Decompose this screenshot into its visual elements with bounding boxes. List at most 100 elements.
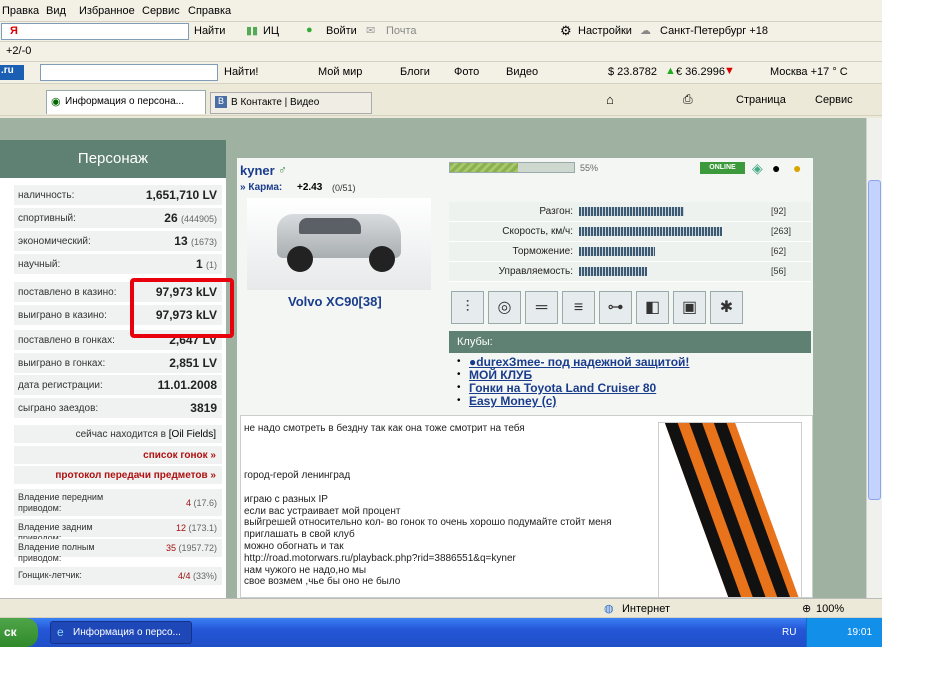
zoom-level[interactable]: 100% — [816, 603, 844, 615]
menu-view[interactable]: Вид — [46, 5, 66, 17]
search-input[interactable]: Я — [1, 23, 189, 40]
tab-vkontakte[interactable]: В В Контакте | Видео — [210, 92, 372, 114]
taskbar-item[interactable]: e Информация о персо... — [50, 621, 192, 644]
language-indicator[interactable]: RU — [782, 627, 796, 638]
stat-value: 11.01.2008 — [158, 378, 217, 392]
menu-tools[interactable]: Сервис — [142, 5, 180, 17]
status-bar: ◍ Интернет ⊕ 100% — [0, 598, 882, 618]
progress-bar — [449, 162, 575, 173]
tab-info[interactable]: ◉ Информация о персона... — [46, 90, 206, 114]
drive-skill-row: Владение передним приводом: 4 (17.6) — [14, 489, 222, 517]
menu-help[interactable]: Справка — [188, 5, 231, 17]
stat-value-text: 2,851 LV — [169, 356, 217, 370]
ie-icon: e — [57, 625, 64, 639]
protocol-link[interactable]: протокол передачи предметов » — [14, 466, 222, 485]
car-stat-label: Управляемость: — [498, 266, 573, 277]
drive-skill-value: 4 (17.6) — [186, 498, 217, 508]
tab-vk-label: В Контакте | Видео — [231, 97, 320, 108]
settings-button[interactable]: Настройки — [578, 25, 632, 37]
drive-skill-row: Владение полным приводом: 35 (1957.72) — [14, 539, 222, 563]
drive-skill-number: 12 — [175, 523, 186, 533]
exhaust-icon[interactable]: ═ — [525, 291, 558, 324]
stat-sub: (1673) — [190, 237, 217, 247]
drive-skill-value: 35 (1957.72) — [166, 543, 217, 553]
stat-row: спортивный: 26 (444905) — [14, 208, 222, 229]
stat-value: 2,851 LV — [169, 356, 217, 370]
player-name[interactable]: kyner — [240, 163, 275, 178]
blogs-button[interactable]: Блоги — [400, 66, 430, 78]
ic-button[interactable]: ИЦ — [263, 25, 279, 37]
engine-block-icon[interactable]: ▣ — [673, 291, 706, 324]
drive-skill-sub: (1957.72) — [178, 543, 217, 553]
car-stat-row: Управляемость: [56] — [449, 262, 811, 282]
club-link[interactable]: МОЙ КЛУБ — [469, 368, 532, 382]
yandex-toolbar: Я Найти ▮▮ ИЦ ● Войти ✉ Почта ⚙ Настройк… — [0, 22, 882, 42]
rating-score: +2/-0 — [6, 45, 32, 57]
stat-row: выиграно в гонках: 2,851 LV — [14, 353, 222, 374]
st-george-ribbon-image — [658, 422, 802, 598]
stat-label: спортивный: — [18, 213, 76, 224]
intake-icon[interactable]: ≡ — [562, 291, 595, 324]
toolbar-rating: +2/-0 — [0, 42, 882, 62]
print-icon[interactable]: ⎙ — [683, 92, 693, 107]
stat-value: 13 (1673) — [174, 234, 217, 248]
stat-value: 1 (1) — [196, 257, 217, 271]
stat-value: 3819 — [190, 401, 217, 415]
sidebar-title: Персонаж — [0, 140, 226, 178]
stat-label: выиграно в гонках: — [18, 358, 106, 369]
yandex-logo: Я — [10, 25, 18, 37]
club-bullet: • — [457, 356, 461, 367]
about-line: можно обогнать и так — [244, 541, 344, 552]
scrollbar-thumb[interactable] — [868, 180, 881, 500]
car-stat-bar — [579, 267, 647, 276]
stat-label: наличность: — [18, 190, 75, 201]
menu-edit[interactable]: Правка — [2, 5, 39, 17]
coilover-icon[interactable]: ⫶ — [451, 291, 484, 324]
login-button[interactable]: Войти — [326, 25, 357, 37]
stat-value-text: 1,651,710 LV — [145, 188, 217, 202]
about-line[interactable]: http://road.motorwars.ru/playback.php?ri… — [244, 553, 516, 564]
club-link[interactable]: Easy Money (c) — [469, 394, 556, 408]
drive-skill-value: 4/4 (33%) — [178, 571, 217, 581]
mailru-search-input[interactable] — [40, 64, 218, 81]
stat-value: 26 (444905) — [164, 211, 217, 225]
taskbar-item-label: Информация о персо... — [73, 627, 181, 638]
menu-favorites[interactable]: Избранное — [79, 5, 135, 17]
location-value[interactable]: [Oil Fields] — [169, 429, 216, 440]
stat-row: дата регистрации: 11.01.2008 — [14, 375, 222, 396]
turbo-icon[interactable]: ✱ — [710, 291, 743, 324]
club-link[interactable]: Гонки на Toyota Land Cruiser 80 — [469, 381, 656, 395]
stat-label: сыграно заездов: — [18, 403, 99, 414]
myworld-button[interactable]: Мой мир — [318, 66, 362, 78]
mailru-toolbar: .ru Найти! Мой мир Блоги Фото Видео $ 23… — [0, 62, 882, 84]
weather-spb[interactable]: Санкт-Петербург +18 — [660, 25, 768, 37]
drive-skill-number: 4/4 — [177, 571, 191, 581]
service-menu[interactable]: Сервис — [815, 94, 853, 106]
tire-icon[interactable]: ◎ — [488, 291, 521, 324]
start-label: ск — [4, 625, 17, 639]
club-link[interactable]: ●durexЗmeе- под надежной защитой! — [469, 355, 689, 369]
progress-text: 55% — [580, 163, 599, 173]
camera-icon: ● — [772, 160, 781, 176]
brake-icon[interactable]: ◧ — [636, 291, 669, 324]
races-list-link[interactable]: список гонок » — [14, 446, 222, 465]
karma-label: » Карма: — [240, 182, 283, 193]
stat-value-text: 3819 — [190, 401, 217, 415]
mail-button[interactable]: Почта — [386, 25, 417, 37]
karma-value: +2.43 — [297, 182, 323, 193]
arrow-up-icon: ▲ — [665, 65, 676, 77]
find-button[interactable]: Найти — [194, 25, 225, 37]
start-button[interactable]: ск — [0, 618, 38, 647]
car-stat-bar — [579, 247, 655, 256]
mailru-find-button[interactable]: Найти! — [224, 66, 258, 78]
weather-moscow[interactable]: Москва +17 ° С — [770, 66, 848, 78]
camshaft-icon[interactable]: ⊶ — [599, 291, 632, 324]
photo-button[interactable]: Фото — [454, 66, 479, 78]
car-image[interactable] — [247, 198, 431, 290]
car-windows — [299, 218, 361, 234]
page-scrollbar[interactable] — [866, 118, 882, 598]
car-name[interactable]: Volvo XC90[38] — [288, 294, 382, 309]
home-icon[interactable]: ⌂ — [606, 92, 614, 107]
page-menu[interactable]: Страница — [736, 94, 786, 106]
video-button[interactable]: Видео — [506, 66, 538, 78]
